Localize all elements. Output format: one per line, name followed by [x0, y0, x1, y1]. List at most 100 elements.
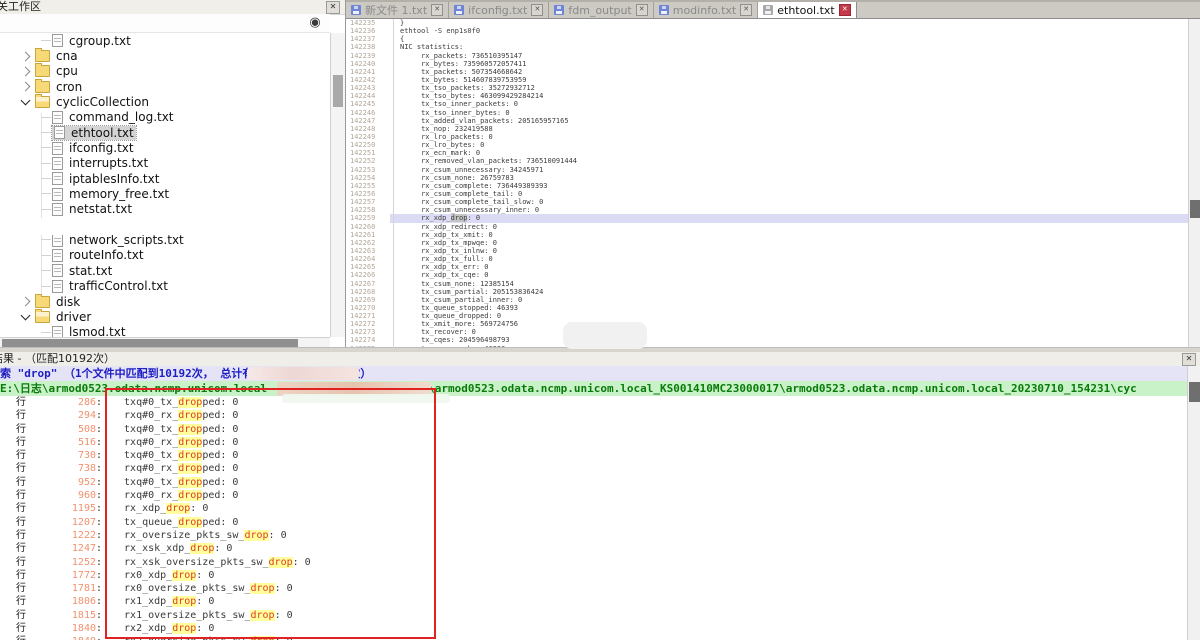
search-result-row[interactable]: 行1195:rx_xdp_drop: 0 [0, 502, 1187, 515]
search-result-row[interactable]: 行960:rxq#0_rx_dropped: 0 [0, 489, 1187, 502]
line-number: 142257 [346, 198, 390, 206]
folder-icon [35, 65, 50, 77]
search-result-row[interactable]: 行294:rxq#0_rx_dropped: 0 [0, 409, 1187, 422]
tree-file-stat.txt[interactable]: stat.txt [0, 263, 330, 278]
search-result-row[interactable]: 行1207:tx_queue_dropped: 0 [0, 516, 1187, 529]
search-result-row[interactable]: 行1849:rx2_oversize_pkts_sw_drop: 0 [0, 635, 1187, 640]
tree-file-routeInfo.txt[interactable]: routeInfo.txt [0, 248, 330, 263]
tab-ethtool.txt[interactable]: ethtool.txt ✕ [758, 2, 857, 18]
tree-folder-cpu[interactable]: cpu [0, 64, 330, 79]
tree-folder-cron[interactable]: cron [0, 79, 330, 94]
tree-item-label: iptablesInfo.txt [69, 172, 159, 186]
line-number: 142252 [346, 157, 390, 165]
line-number: 142266 [346, 271, 390, 279]
results-close-icon[interactable]: ✕ [1182, 353, 1196, 366]
tab-ifconfig.txt[interactable]: ifconfig.txt✕ [449, 2, 549, 18]
search-summary-line[interactable]: 搜索 "drop" （1个文件中匹配到10192次， 总计有次） [0, 366, 1187, 381]
workspace-close-icon[interactable]: ✕ [326, 1, 340, 14]
search-result-row[interactable]: 行1806:rx1_xdp_drop: 0 [0, 595, 1187, 608]
matched-word: drop [451, 214, 468, 222]
search-file-path-line[interactable]: E:\日志\armod0523.odata.ncmp.unicom.locala… [0, 381, 1187, 396]
search-result-row[interactable]: 行1781:rx0_oversize_pkts_sw_drop: 0 [0, 582, 1187, 595]
chevron-right-icon[interactable] [21, 82, 31, 92]
line-number: 142249 [346, 133, 390, 141]
row-content: rx2_xdp_drop: 0 [124, 623, 214, 634]
tree-item-label: cron [56, 80, 82, 94]
search-result-row[interactable]: 行1252:rx_xsk_oversize_pkts_sw_drop: 0 [0, 556, 1187, 569]
file-tree[interactable]: cgroup.txtcnacpucroncyclicCollectioncomm… [0, 33, 330, 338]
tree-item-label: trafficControl.txt [69, 279, 168, 293]
tab-新文件 1.txt[interactable]: 新文件 1.txt✕ [346, 2, 449, 18]
tab-close-icon[interactable]: ✕ [839, 4, 851, 16]
editor-line: 142271 tx_queue_dropped: 0 [346, 312, 1188, 320]
save-floppy-icon [351, 5, 361, 15]
tab-close-icon[interactable]: ✕ [636, 4, 648, 16]
tree-item-label: cyclicCollection [56, 95, 149, 109]
tree-file-network_scripts.txt[interactable]: network_scripts.txt [0, 232, 330, 247]
search-result-row[interactable]: 行952:txq#0_tx_dropped: 0 [0, 476, 1187, 489]
chevron-right-icon[interactable] [21, 297, 31, 307]
tab-label: ethtool.txt [777, 4, 835, 17]
row-line-label: 行 [16, 423, 30, 436]
tab-fdm_output[interactable]: fdm_output✕ [549, 2, 653, 18]
chevron-right-icon[interactable] [21, 51, 31, 61]
editor-vertical-scrollbar[interactable] [1188, 19, 1200, 352]
tree-file-netstat.txt[interactable]: netstat.txt [0, 202, 330, 217]
save-floppy-icon [454, 5, 464, 15]
scrollbar-thumb[interactable] [333, 75, 343, 107]
chevron-down-icon[interactable] [21, 310, 31, 320]
row-content: txq#0_tx_dropped: 0 [124, 450, 238, 461]
tree-vertical-scrollbar[interactable] [330, 33, 345, 337]
scrollbar-thumb[interactable] [2, 339, 298, 347]
search-result-row[interactable]: 行738:rxq#0_rx_dropped: 0 [0, 462, 1187, 475]
tab-close-icon[interactable]: ✕ [531, 4, 543, 16]
row-colon: : [96, 477, 102, 488]
tree-file-trafficControl.txt[interactable]: trafficControl.txt [0, 279, 330, 294]
tree-item-label: ethtool.txt [71, 126, 134, 140]
tree-file-iptablesInfo.txt[interactable]: iptablesInfo.txt [0, 171, 330, 186]
code-text: tx_packets: 507354668642 [390, 68, 522, 76]
row-line-label: 行 [16, 609, 30, 622]
code-text: tx_tso_packets: 35272932712 [390, 84, 535, 92]
scrollbar-thumb[interactable] [1189, 382, 1200, 402]
save-floppy-icon [763, 5, 773, 15]
code-text: rx_lro_packets: 0 [390, 133, 493, 141]
search-result-row[interactable]: 行508:txq#0_tx_dropped: 0 [0, 423, 1187, 436]
row-line-label: 行 [16, 462, 30, 475]
tab-modinfo.txt[interactable]: modinfo.txt✕ [654, 2, 759, 18]
search-result-row[interactable]: 行1815:rx1_oversize_pkts_sw_drop: 0 [0, 609, 1187, 622]
tree-file-cgroup.txt[interactable]: cgroup.txt [0, 33, 330, 48]
tree-folder-cna[interactable]: cna [0, 48, 330, 63]
search-result-row[interactable]: 行730:txq#0_tx_dropped: 0 [0, 449, 1187, 462]
tree-file-lsmod.txt[interactable]: lsmod.txt [0, 325, 330, 338]
scrollbar-thumb[interactable] [1190, 200, 1200, 218]
results-vertical-scrollbar[interactable] [1187, 366, 1200, 640]
code-text: rx_csum_complete_tail_slow: 0 [390, 198, 543, 206]
search-result-row[interactable]: 行286:txq#0_tx_dropped: 0 [0, 396, 1187, 409]
tree-file-ifconfig.txt[interactable]: ifconfig.txt [0, 140, 330, 155]
search-result-row[interactable]: 行1772:rx0_xdp_drop: 0 [0, 569, 1187, 582]
locate-file-icon[interactable]: ◉ [308, 16, 322, 30]
tab-close-icon[interactable]: ✕ [740, 4, 752, 16]
selected-tree-item[interactable]: ethtool.txt [52, 126, 136, 140]
search-result-row[interactable]: 行516:rxq#0_rx_dropped: 0 [0, 436, 1187, 449]
editor-area[interactable]: 142235}142236ethtool -S enp1s0f0142237{1… [346, 19, 1188, 352]
chevron-down-icon[interactable] [21, 96, 31, 106]
search-result-row[interactable]: 行1840:rx2_xdp_drop: 0 [0, 622, 1187, 635]
tree-item-label: routeInfo.txt [69, 248, 144, 262]
tree-file-interrupts.txt[interactable]: interrupts.txt [0, 156, 330, 171]
search-result-row[interactable]: 行1247:rx_xsk_xdp_drop: 0 [0, 542, 1187, 555]
line-number: 142259 [346, 214, 390, 222]
editor-line: 142237{ [346, 35, 1188, 43]
file-icon [52, 188, 63, 201]
tree-file-command_log.txt[interactable]: command_log.txt [0, 110, 330, 125]
tree-folder-driver[interactable]: driver [0, 309, 330, 324]
tree-file-memory_free.txt[interactable]: memory_free.txt [0, 186, 330, 201]
tree-file-ethtool.txt[interactable]: ethtool.txt [0, 125, 330, 140]
tree-folder-disk[interactable]: disk [0, 294, 330, 309]
chevron-right-icon[interactable] [21, 66, 31, 76]
tab-close-icon[interactable]: ✕ [431, 4, 443, 16]
search-result-row[interactable]: 行1222:rx_oversize_pkts_sw_drop: 0 [0, 529, 1187, 542]
tree-folder-cyclicCollection[interactable]: cyclicCollection [0, 94, 330, 109]
match-highlight: drop [190, 543, 214, 554]
